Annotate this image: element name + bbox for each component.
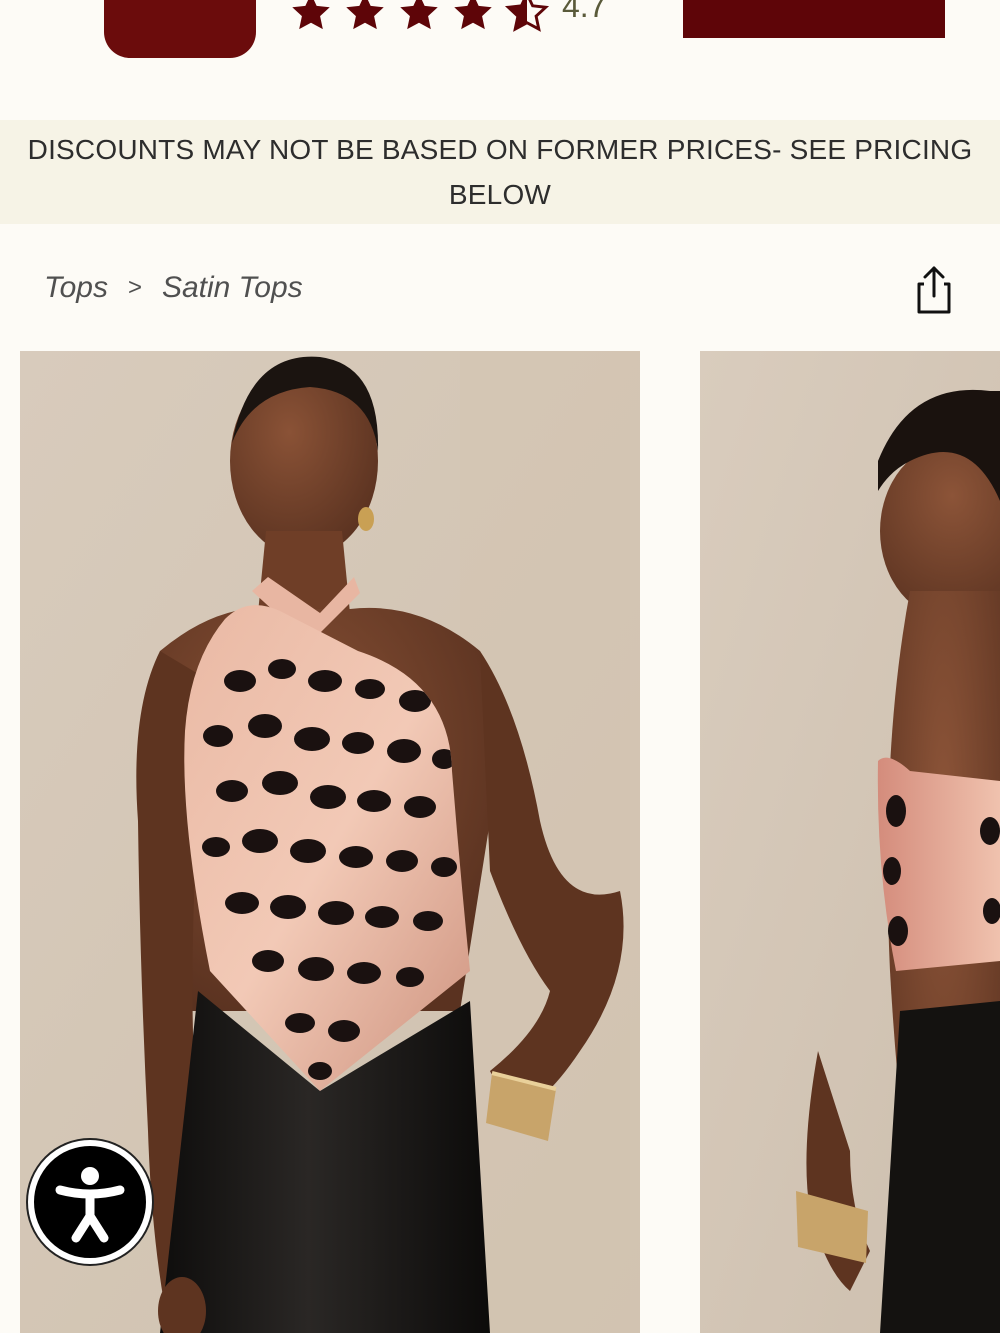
share-button[interactable] [910, 264, 958, 316]
app-logo-icon[interactable]: LP [104, 0, 256, 58]
discount-notice: DISCOUNTS MAY NOT BE BASED ON FORMER PRI… [0, 120, 1000, 224]
rating-stars [288, 0, 550, 32]
accessibility-icon [55, 1167, 125, 1243]
discount-notice-text: DISCOUNTS MAY NOT BE BASED ON FORMER PRI… [27, 134, 973, 210]
rating-value: 4.7 [562, 0, 607, 24]
product-photo-side [700, 351, 1000, 1333]
app-banner: LP 4.7 [0, 0, 1000, 120]
product-image-side[interactable] [700, 351, 1000, 1333]
breadcrumb-separator: > [127, 274, 142, 301]
accessibility-button[interactable] [28, 1140, 152, 1264]
share-icon [917, 266, 951, 314]
star-half-icon [504, 0, 550, 32]
breadcrumb-item-tops[interactable]: Tops [44, 271, 108, 305]
star-full-icon [346, 0, 384, 30]
star-full-icon [400, 0, 438, 30]
star-full-icon [454, 0, 492, 30]
get-app-button[interactable] [683, 0, 945, 38]
breadcrumb-item-satin-tops[interactable]: Satin Tops [162, 271, 303, 305]
breadcrumb: Tops > Satin Tops [44, 266, 303, 310]
star-full-icon [292, 0, 330, 30]
